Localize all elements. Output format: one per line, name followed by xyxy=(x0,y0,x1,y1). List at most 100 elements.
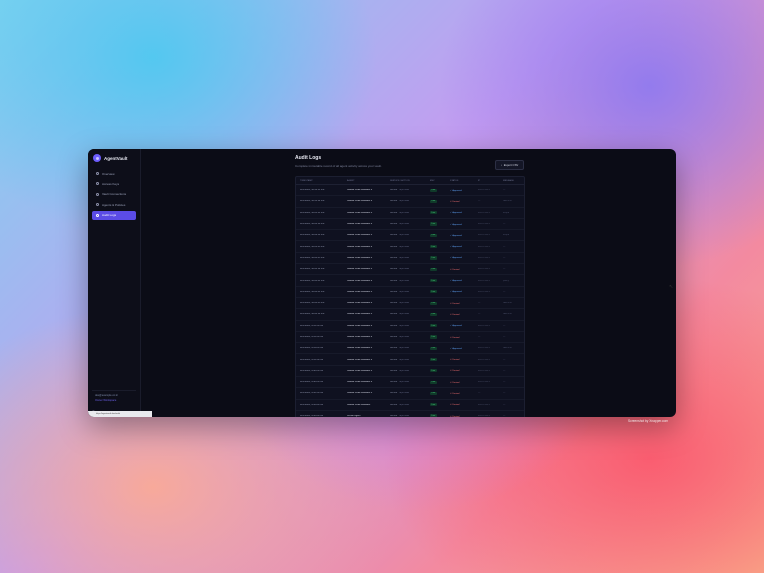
status-badge: ✕ Denied xyxy=(450,314,459,316)
user-email: dev@example.co.kr xyxy=(95,394,118,397)
table-row[interactable]: 11/1/2025, 9:36:51 PM Claude Code Assista… xyxy=(296,388,524,400)
cell-message: rate limit xyxy=(503,200,512,203)
user-box[interactable]: dev@example.co.kr Owner Workspace xyxy=(92,390,136,405)
table-row[interactable]: 11/1/2025, 9:41:12 PM Claude Code Assista… xyxy=(296,354,524,366)
col-message[interactable]: Message xyxy=(503,180,524,182)
cell-timestamp: 11/1/2025, 9:41:51 PM xyxy=(300,324,324,327)
service-action: repo.read xyxy=(399,234,409,237)
status-label: Denied xyxy=(452,370,460,373)
status-label: Approved xyxy=(452,347,462,350)
cell-service: GitHub repo.read xyxy=(390,246,430,248)
col-env[interactable]: Env xyxy=(430,180,450,182)
service-action: repo.read xyxy=(399,189,409,192)
cell-timestamp: 11/1/2025, 10:05:31 PM xyxy=(300,211,325,214)
sidebar-item-access-keys[interactable]: Access Keys xyxy=(92,179,136,188)
cell-timestamp: 11/1/2025, 10:02:54 PM xyxy=(300,234,325,237)
cell-message: — xyxy=(503,336,506,338)
table-row[interactable]: 11/1/2025, 9:41:51 PM Claude Code Assista… xyxy=(296,321,524,332)
table-row[interactable]: 11/1/2025, 10:00:14 PM Claude Code Assist… xyxy=(296,309,524,321)
table-row[interactable]: 11/1/2025, 10:00:05 PM Claude Code Assist… xyxy=(296,253,524,265)
env-badge: Live xyxy=(430,233,437,237)
table-row[interactable]: 11/1/2025, 9:38:01 PM Claude Code Assista… xyxy=(296,377,524,389)
col-ip[interactable]: IP xyxy=(478,180,503,182)
cell-service: GitHub repo.read xyxy=(390,223,430,225)
table-row[interactable]: 11/1/2025, 10:00:12 PM Claude Code Assist… xyxy=(296,264,524,276)
status-badge: ✕ Denied xyxy=(450,269,459,271)
cell-status: ✕ Denied xyxy=(450,369,478,372)
cell-status: ✓ Approved xyxy=(450,223,478,226)
service-action: repo.read xyxy=(399,392,409,395)
sidebar-item-vault-connections[interactable]: Vault Connections xyxy=(92,190,136,199)
cell-message: — xyxy=(503,256,506,259)
cell-env: Live xyxy=(430,222,450,226)
sidebar-item-label: Vault Connections xyxy=(102,192,127,197)
table-row[interactable]: 11/1/2025, 10:32:51 PM Claude Code Assist… xyxy=(296,185,524,197)
env-badge: Live xyxy=(430,256,437,260)
table-row[interactable]: 11/1/2025, 9:36:04 PM Claude Code Assista… xyxy=(296,400,524,411)
cell-timestamp: 11/1/2025, 10:00:12 PM xyxy=(300,268,325,271)
export-csv-button[interactable]: ↓ Export CSV xyxy=(495,160,524,170)
table-row[interactable]: 11/1/2025, 10:00:03 PM Claude Code Assist… xyxy=(296,298,524,310)
cell-ip: 203.0.113.5 xyxy=(478,358,490,361)
cell-env: Live xyxy=(430,391,450,396)
sidebar-item-overview[interactable]: Overview xyxy=(92,169,136,178)
cell-env: Live xyxy=(430,414,450,417)
cell-service: GitHub repo.read xyxy=(390,415,430,417)
table-row[interactable]: 11/1/2025, 10:00:01 PM Claude Code Assist… xyxy=(296,275,524,287)
cell-agent: Claude Code Assistant 3 xyxy=(347,268,373,271)
table-row[interactable]: 11/1/2025, 9:32:03 PM Cursor Agent GitHub r… xyxy=(296,411,524,417)
cell-env: Live xyxy=(430,358,450,362)
table-row[interactable]: 11/1/2025, 9:41:31 PM Claude Code Assista… xyxy=(296,332,524,344)
cell-env: Live xyxy=(430,380,450,384)
table-row[interactable]: 11/1/2025, 9:41:05 PM Claude Code Assista… xyxy=(296,343,524,355)
cell-agent: Claude Code Assistant 2 xyxy=(347,189,373,192)
table-row[interactable]: 11/1/2025, 10:02:54 PM Claude Code Assist… xyxy=(296,230,524,242)
cell-agent: Claude Code Assistant 3 xyxy=(347,369,373,372)
cell-env: Live xyxy=(430,290,450,294)
cell-status: ✕ Denied xyxy=(450,200,478,203)
table-row[interactable]: 11/1/2025, 10:31:12 PM Claude Code Assist… xyxy=(296,196,524,208)
col-service[interactable]: Service / Action xyxy=(390,180,430,182)
status-label: Denied xyxy=(452,404,460,407)
cell-timestamp: 11/1/2025, 9:36:04 PM xyxy=(300,403,324,406)
col-timestamp[interactable]: Timestamp xyxy=(296,180,347,182)
service-action: repo.read xyxy=(399,358,409,361)
col-agent[interactable]: Agent xyxy=(347,180,390,182)
service-action: repo.read xyxy=(399,290,409,293)
service-name: GitHub xyxy=(390,415,398,417)
cell-env: Live xyxy=(430,278,450,283)
sidebar-item-audit-logs[interactable]: Audit Logs xyxy=(92,210,136,220)
env-badge: Live xyxy=(430,312,437,316)
status-badge: ✕ Denied xyxy=(450,201,459,203)
cell-agent: Claude Code Assistant 3 xyxy=(347,392,373,395)
service-name: GitHub xyxy=(390,403,398,406)
env-badge: Live xyxy=(430,188,437,192)
table-row[interactable]: 11/1/2025, 10:01:43 PM Claude Code Assist… xyxy=(296,241,524,253)
brand[interactable]: AgentVault xyxy=(93,154,128,162)
service-name: GitHub xyxy=(390,324,398,327)
cell-timestamp: 11/1/2025, 10:31:12 PM xyxy=(300,200,325,203)
status-label: Denied xyxy=(452,268,460,271)
service-name: GitHub xyxy=(390,211,398,214)
cell-agent: Claude Code Assistant 3 xyxy=(347,290,373,293)
col-status[interactable]: Status xyxy=(450,180,478,182)
cell-timestamp: 11/1/2025, 9:41:12 PM xyxy=(300,358,324,361)
cell-ip: 203.0.113.5 xyxy=(478,279,490,282)
logo-icon xyxy=(93,154,101,162)
cell-status: ✕ Denied xyxy=(450,392,478,395)
screenshot-credit: Screenshot by Xnapper.com xyxy=(628,419,669,423)
service-name: GitHub xyxy=(390,223,398,226)
cell-message: — xyxy=(503,369,506,372)
cell-agent: Claude Code Assistant 2 xyxy=(347,302,373,305)
sidebar-item-agents-policies[interactable]: Agents & Policies xyxy=(92,200,136,209)
table-row[interactable]: 11/1/2025, 10:00:01 PM Claude Code Assist… xyxy=(296,287,524,298)
cell-ip: 203.0.113.5 xyxy=(478,347,490,350)
cell-env: Live xyxy=(430,335,450,339)
table-row[interactable]: 11/1/2025, 9:40:01 PM Claude Code Assista… xyxy=(296,366,524,378)
cell-agent: Claude Code Assistant 2 xyxy=(347,358,373,361)
table-row[interactable]: 11/1/2025, 10:04:19 PM Claude Code Assist… xyxy=(296,219,524,231)
service-name: GitHub xyxy=(390,302,398,305)
table-row[interactable]: 11/1/2025, 10:05:31 PM Claude Code Assist… xyxy=(296,208,524,219)
cell-status: ✕ Denied xyxy=(450,268,478,271)
cell-env: Live xyxy=(430,403,450,407)
